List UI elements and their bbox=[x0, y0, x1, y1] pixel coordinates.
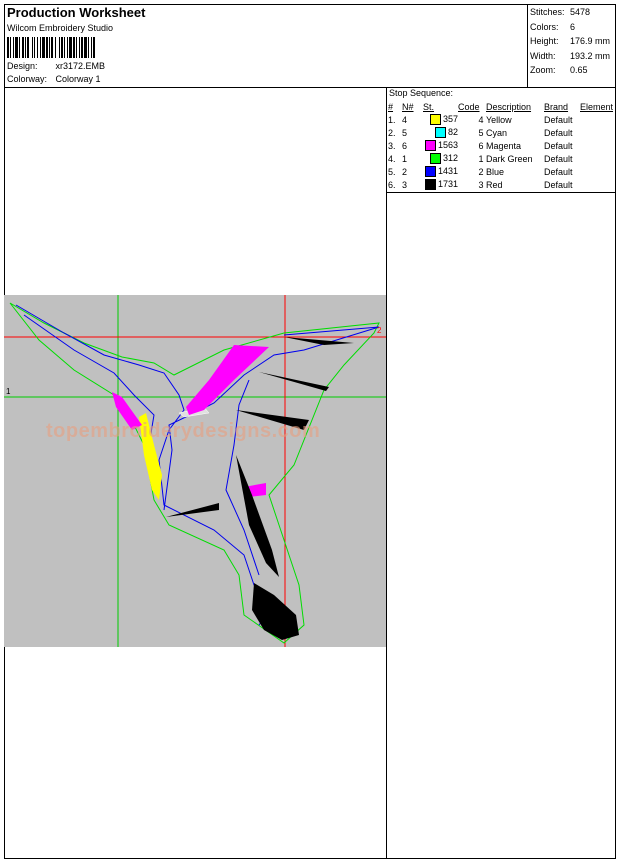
color-swatch bbox=[429, 153, 441, 165]
stop-n: 5 bbox=[402, 127, 408, 138]
watermark-text: topembroiderydesigns.com bbox=[46, 420, 321, 442]
stop-stitches: 1563 bbox=[423, 139, 458, 152]
stop-code: 6 bbox=[478, 140, 484, 151]
colorway-label: Colorway: bbox=[7, 74, 48, 84]
design-artwork bbox=[4, 295, 386, 647]
stop-code: 2 bbox=[478, 166, 484, 177]
stop-brand: Default bbox=[544, 179, 573, 190]
stat-colors: Colors: 6 bbox=[530, 21, 576, 32]
stop-code: 4 bbox=[478, 114, 484, 125]
outline-stitch-path bbox=[9, 302, 380, 644]
stats-panel: Stitches: 5478 Colors: 6 Height: 176.9 mm W… bbox=[530, 5, 610, 78]
col-code: Code bbox=[458, 101, 480, 112]
col-n: N# bbox=[402, 101, 414, 112]
stop-element bbox=[580, 165, 613, 178]
stop-n: 1 bbox=[402, 153, 408, 164]
stop-stitches: 82 bbox=[423, 126, 458, 139]
stop-number: 2. bbox=[388, 127, 396, 138]
stop-sequence-table: # N# St. Code Description Brand Element … bbox=[388, 100, 613, 191]
stop-number: 1. bbox=[388, 114, 396, 125]
color-swatch bbox=[424, 179, 436, 191]
stop-sequence-header-row: # N# St. Code Description Brand Element bbox=[388, 100, 613, 113]
stop-element bbox=[580, 178, 613, 191]
stop-n: 6 bbox=[402, 140, 408, 151]
design-label: Design: bbox=[7, 61, 38, 71]
magenta-fill-wing bbox=[186, 345, 269, 415]
stop-n: 3 bbox=[402, 179, 408, 190]
stop-row: 3. 6 1563 6 Magenta Default bbox=[388, 139, 613, 152]
header-divider-vertical bbox=[527, 4, 528, 88]
stop-sequence-divider bbox=[386, 192, 616, 193]
stat-zoom: Zoom: 0.65 bbox=[530, 65, 588, 75]
stop-row: 4. 1 312 1 Dark Green Default bbox=[388, 152, 613, 165]
stop-stitches: 312 bbox=[423, 152, 458, 165]
stop-row: 5. 2 1431 2 Blue Default bbox=[388, 165, 613, 178]
col-stitches: St. bbox=[423, 101, 435, 112]
stat-stitches: Stitches: 5478 bbox=[530, 7, 591, 17]
stop-brand: Default bbox=[544, 153, 573, 164]
stat-height: Height: 176.9 mm bbox=[530, 36, 611, 46]
stop-n: 4 bbox=[402, 114, 408, 125]
worksheet-title: Production Worksheet bbox=[7, 5, 146, 20]
design-preview: topembroiderydesigns.com 1 2 bbox=[4, 295, 386, 647]
run-stitch-path bbox=[15, 304, 380, 626]
stop-description: Yellow bbox=[486, 114, 512, 125]
stop-number: 4. bbox=[388, 153, 396, 164]
marker-1: 1 bbox=[6, 387, 11, 396]
stop-number: 6. bbox=[388, 179, 396, 190]
marker-2: 2 bbox=[377, 326, 382, 335]
header-divider-horizontal bbox=[4, 87, 616, 88]
stop-stitches: 1731 bbox=[423, 178, 458, 191]
stop-description: Cyan bbox=[486, 127, 508, 138]
stop-row: 2. 5 82 5 Cyan Default bbox=[388, 126, 613, 139]
stop-brand: Default bbox=[544, 166, 573, 177]
col-brand: Brand bbox=[544, 101, 569, 112]
software-name: Wilcom Embroidery Studio bbox=[7, 23, 114, 33]
stop-number: 5. bbox=[388, 166, 396, 177]
stop-element bbox=[580, 152, 613, 165]
black-fill-body bbox=[236, 455, 279, 577]
color-swatch bbox=[424, 140, 436, 152]
color-swatch bbox=[424, 166, 436, 178]
stop-row: 6. 3 1731 3 Red Default bbox=[388, 178, 613, 191]
stop-description: Red bbox=[486, 179, 503, 190]
stop-element bbox=[580, 139, 613, 152]
stop-brand: Default bbox=[544, 140, 573, 151]
stop-brand: Default bbox=[544, 114, 573, 125]
colorway-line: Colorway: Colorway 1 bbox=[7, 74, 101, 84]
design-line: Design: xr3172.EMB bbox=[7, 61, 105, 71]
stop-row: 1. 4 357 4 Yellow Default bbox=[388, 113, 613, 126]
stop-element bbox=[580, 113, 613, 126]
stat-width: Width: 193.2 mm bbox=[530, 50, 611, 61]
stop-sequence-title: Stop Sequence: bbox=[389, 88, 454, 98]
stop-code: 5 bbox=[478, 127, 484, 138]
stop-stitches: 357 bbox=[423, 113, 458, 126]
stop-code: 3 bbox=[478, 179, 484, 190]
black-fill-tip bbox=[252, 583, 299, 640]
stop-description: Dark Green bbox=[486, 153, 533, 164]
col-description: Description bbox=[486, 101, 532, 112]
stop-element bbox=[580, 126, 613, 139]
color-swatch bbox=[429, 114, 441, 126]
stop-number: 3. bbox=[388, 140, 396, 151]
col-element: Element bbox=[580, 101, 614, 112]
col-number: # bbox=[388, 101, 394, 112]
stop-stitches: 1431 bbox=[423, 165, 458, 178]
design-value: xr3172.EMB bbox=[55, 61, 106, 71]
stop-code: 1 bbox=[478, 153, 484, 164]
barcode-image bbox=[7, 37, 95, 58]
body-divider-vertical bbox=[386, 87, 387, 859]
stop-description: Magenta bbox=[486, 140, 522, 151]
black-fill-tail-2 bbox=[259, 372, 329, 391]
stop-n: 2 bbox=[402, 166, 408, 177]
stop-description: Blue bbox=[486, 166, 505, 177]
colorway-value: Colorway 1 bbox=[55, 74, 101, 84]
color-swatch bbox=[434, 127, 446, 139]
stop-brand: Default bbox=[544, 127, 573, 138]
